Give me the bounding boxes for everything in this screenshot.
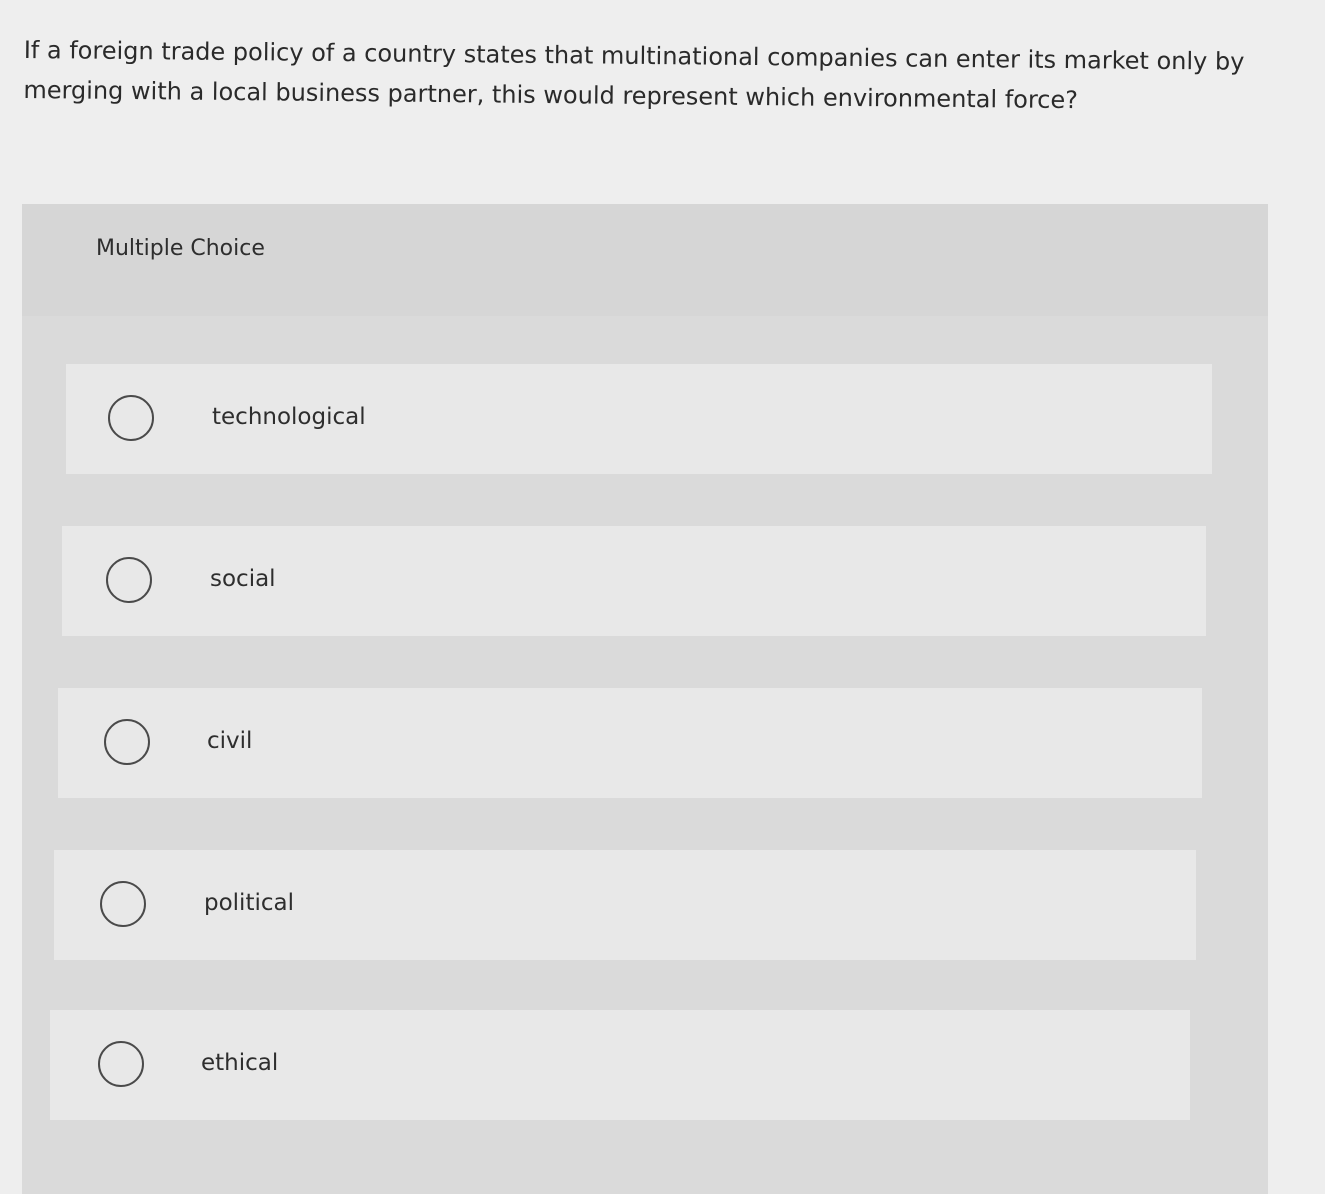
option-social[interactable]: social [62, 526, 1206, 636]
option-political[interactable]: political [54, 850, 1196, 960]
option-label: civil [207, 728, 253, 754]
option-ethical[interactable]: ethical [50, 1010, 1190, 1120]
radio-button-icon[interactable] [106, 557, 152, 603]
option-label: technological [212, 404, 366, 430]
question-text: If a foreign trade policy of a country s… [23, 35, 1245, 115]
radio-button-icon[interactable] [108, 395, 154, 441]
options-list: technological social civil political eth… [22, 204, 1268, 1194]
option-civil[interactable]: civil [58, 688, 1202, 798]
radio-button-icon[interactable] [98, 1041, 144, 1087]
radio-button-icon[interactable] [104, 719, 150, 765]
option-label: social [210, 566, 276, 592]
radio-button-icon[interactable] [100, 881, 146, 927]
option-label: political [204, 890, 294, 916]
option-label: ethical [201, 1050, 279, 1076]
option-technological[interactable]: technological [66, 364, 1212, 474]
multiple-choice-panel: Multiple Choice technological social civ… [22, 204, 1268, 1194]
